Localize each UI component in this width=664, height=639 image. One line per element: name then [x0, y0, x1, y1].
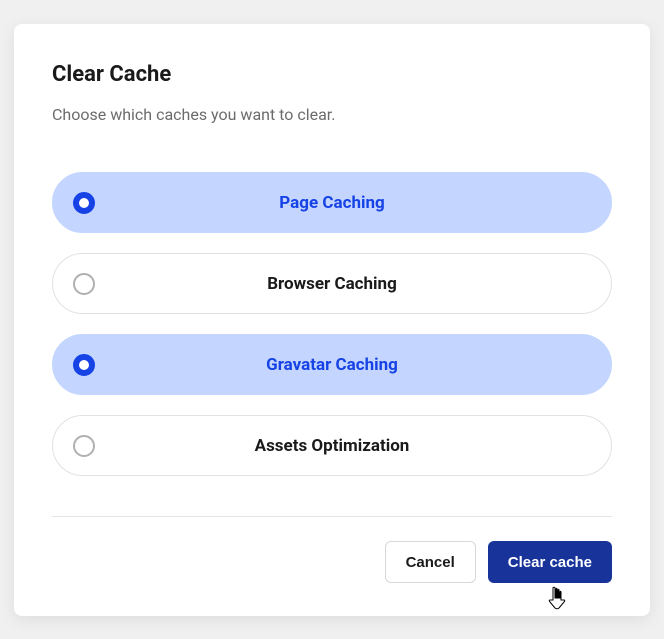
radio-icon — [73, 354, 95, 376]
radio-icon — [73, 273, 95, 295]
option-label: Gravatar Caching — [95, 355, 591, 375]
cache-options-list: Page Caching Browser Caching Gravatar Ca… — [52, 172, 612, 476]
option-gravatar-caching[interactable]: Gravatar Caching — [52, 334, 612, 395]
modal-subtitle: Choose which caches you want to clear. — [52, 105, 612, 124]
option-assets-optimization[interactable]: Assets Optimization — [52, 415, 612, 476]
option-label: Page Caching — [95, 193, 591, 213]
clear-cache-modal: Clear Cache Choose which caches you want… — [14, 24, 650, 616]
option-page-caching[interactable]: Page Caching — [52, 172, 612, 233]
option-label: Browser Caching — [95, 274, 591, 294]
modal-footer: Cancel Clear cache — [52, 517, 612, 607]
cancel-button[interactable]: Cancel — [385, 541, 476, 583]
clear-cache-button[interactable]: Clear cache — [488, 541, 612, 583]
radio-icon — [73, 192, 95, 214]
modal-title: Clear Cache — [52, 62, 612, 87]
option-browser-caching[interactable]: Browser Caching — [52, 253, 612, 314]
radio-icon — [73, 435, 95, 457]
option-label: Assets Optimization — [95, 436, 591, 456]
